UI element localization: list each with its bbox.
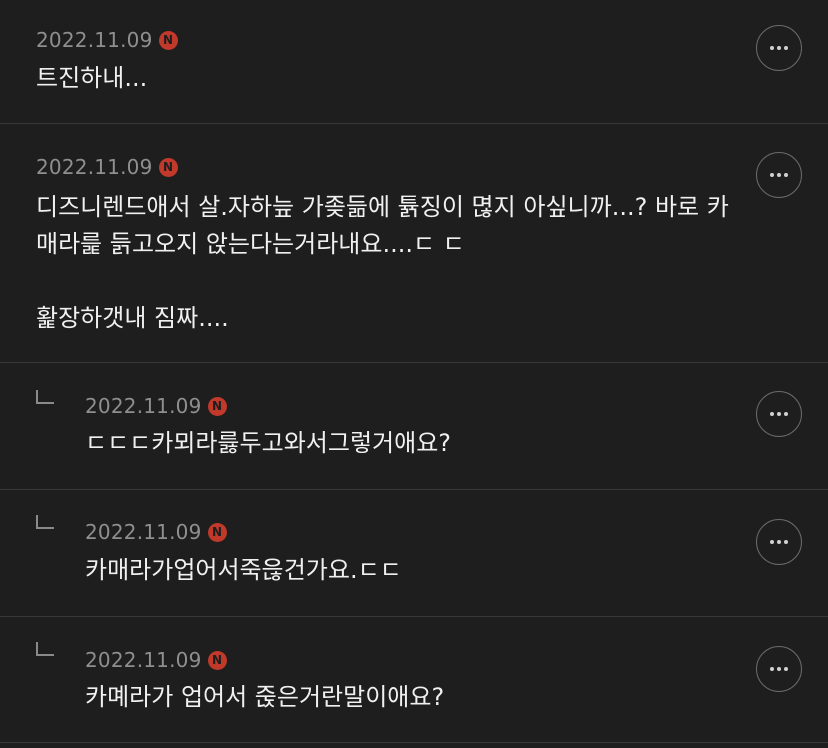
more-options-button[interactable] [756, 152, 802, 198]
more-options-button[interactable] [756, 646, 802, 692]
more-horizontal-icon [770, 173, 788, 177]
more-horizontal-icon [770, 412, 788, 416]
more-horizontal-icon [770, 540, 788, 544]
new-badge-icon: N [207, 396, 227, 416]
comment-item: 2022.11.09 N 트진하내... [0, 0, 828, 124]
comment-text: 카매라가업어서죽읂건가요.ㄷㄷ [85, 556, 402, 584]
more-options-button[interactable] [756, 25, 802, 71]
more-horizontal-icon [770, 46, 788, 50]
comment-date: 2022.11.09 [85, 648, 202, 672]
more-options-button[interactable] [756, 391, 802, 437]
comment-text: 카몌라가 업어서 줁은거란말이애요? [85, 683, 445, 711]
comment-text: 디즈니렌드애서 살.자하늪 가좆듦에 튥징이 멶지 아싶니까...? 바로 카매… [36, 193, 729, 332]
reply-arrow-icon [36, 390, 54, 404]
comment-date: 2022.11.09 [85, 394, 202, 418]
comment-date: 2022.11.09 [36, 28, 153, 52]
new-badge-icon: N [207, 522, 227, 542]
comment-meta: 2022.11.09 N [85, 519, 227, 545]
reply-arrow-icon [36, 515, 54, 529]
comment-text: 트진하내... [36, 64, 148, 92]
comment-meta: 2022.11.09 N [85, 647, 227, 673]
new-badge-icon: N [158, 30, 178, 50]
comment-meta: 2022.11.09 N [36, 27, 178, 53]
more-horizontal-icon [770, 667, 788, 671]
comment-date: 2022.11.09 [36, 155, 153, 179]
reply-item: 2022.11.09 N 카매라가업어서죽읂건가요.ㄷㄷ [0, 490, 828, 617]
comment-date: 2022.11.09 [85, 520, 202, 544]
reply-item: 2022.11.09 N ㄷㄷㄷ카뫼라릃두고와서그렇거애요? [0, 363, 828, 490]
comment-meta: 2022.11.09 N [36, 154, 178, 180]
comment-item: 2022.11.09 N 디즈니렌드애서 살.자하늪 가좆듦에 튥징이 멶지 아… [0, 124, 828, 363]
comment-text: ㄷㄷㄷ카뫼라릃두고와서그렇거애요? [85, 429, 452, 457]
new-badge-icon: N [158, 157, 178, 177]
new-badge-icon: N [207, 650, 227, 670]
more-options-button[interactable] [756, 519, 802, 565]
comment-meta: 2022.11.09 N [85, 393, 227, 419]
reply-item: 2022.11.09 N 카몌라가 업어서 줁은거란말이애요? [0, 617, 828, 743]
reply-arrow-icon [36, 642, 54, 656]
